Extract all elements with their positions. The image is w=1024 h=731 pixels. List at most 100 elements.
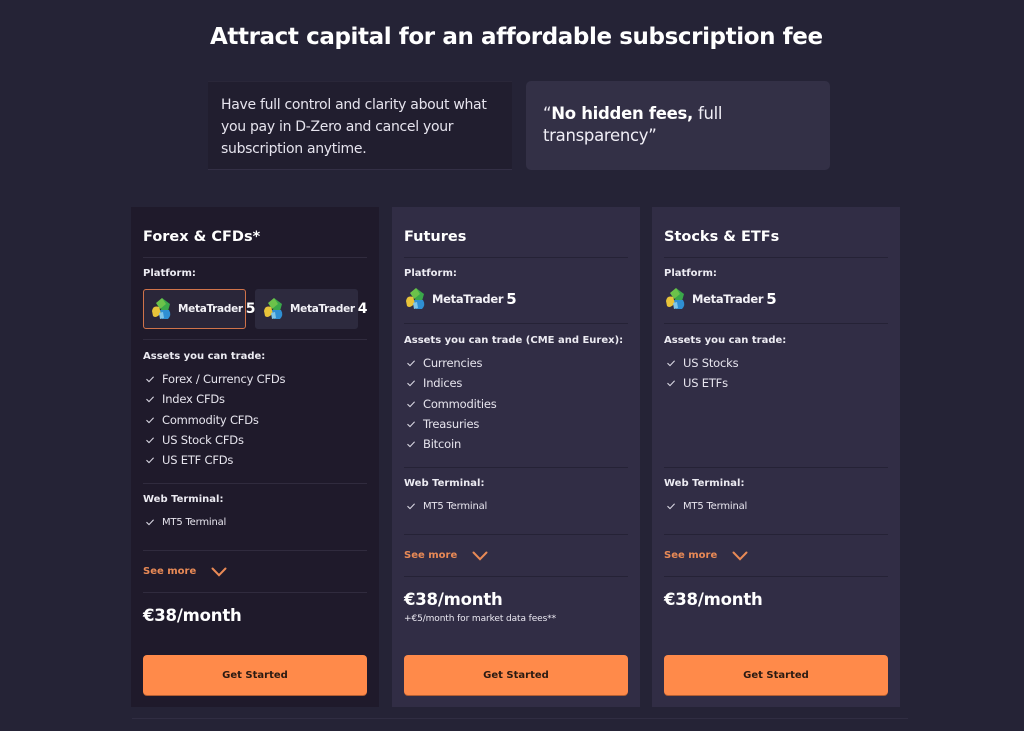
check-icon bbox=[406, 419, 416, 429]
chevron-down-icon[interactable] bbox=[472, 551, 488, 561]
check-icon bbox=[145, 415, 155, 425]
asset-label: US Stocks bbox=[683, 356, 739, 371]
platform-version: 5 bbox=[766, 290, 777, 308]
assets-label: Assets you can trade: bbox=[143, 351, 266, 362]
check-icon bbox=[145, 435, 155, 445]
metatrader-logo-icon bbox=[404, 287, 428, 311]
see-more-toggle[interactable]: See more bbox=[143, 551, 367, 593]
metatrader-logo-icon bbox=[664, 287, 688, 311]
platform-name: MetaTrader bbox=[432, 292, 504, 306]
asset-label: US Stock CFDs bbox=[162, 433, 244, 448]
asset-item: Index CFDs bbox=[143, 389, 367, 409]
platform-label: Platform: bbox=[404, 268, 457, 279]
see-more-toggle[interactable]: See more bbox=[664, 535, 888, 577]
check-icon bbox=[666, 378, 676, 388]
platform-name: MetaTrader bbox=[692, 292, 764, 306]
quote-text: “No hidden fees, full transparency” bbox=[543, 103, 814, 147]
web-terminal-label: MT5 Terminal bbox=[423, 500, 488, 512]
platform-mt5: MetaTrader 5 bbox=[664, 285, 888, 313]
web-terminal-section: Web Terminal: MT5 Terminal bbox=[404, 478, 628, 535]
asset-item: US ETF CFDs bbox=[143, 450, 367, 470]
divider bbox=[143, 339, 367, 340]
assets-section: Assets you can trade: US Stocks US ETFs bbox=[664, 335, 888, 468]
platform-options: MetaTrader 5 MetaTrader 4 bbox=[143, 289, 368, 329]
asset-list: US Stocks US ETFs bbox=[664, 353, 888, 394]
asset-item: US Stocks bbox=[664, 353, 888, 373]
check-icon bbox=[406, 439, 416, 449]
check-icon bbox=[406, 358, 416, 368]
check-icon bbox=[666, 501, 676, 511]
chevron-down-icon[interactable] bbox=[211, 567, 227, 577]
plan-card-forex: Forex & CFDs* Platform: MetaTrader 5 Meta… bbox=[131, 207, 379, 707]
assets-label: Assets you can trade (CME and Eurex): bbox=[404, 335, 624, 346]
plan-name: Forex & CFDs* bbox=[143, 207, 367, 258]
check-icon bbox=[145, 394, 155, 404]
asset-item: Commodities bbox=[404, 394, 628, 414]
see-more-link[interactable]: See more bbox=[404, 550, 457, 561]
platform-version: 5 bbox=[506, 290, 517, 308]
chevron-down-icon[interactable] bbox=[732, 551, 748, 561]
platform-version: 4 bbox=[357, 301, 368, 317]
page-title: Attract capital for an affordable subscr… bbox=[210, 24, 823, 50]
asset-label: Currencies bbox=[423, 356, 483, 371]
section-divider bbox=[132, 718, 908, 719]
asset-label: Indices bbox=[423, 376, 463, 391]
quote-bold: No hidden fees, bbox=[551, 104, 693, 123]
check-icon bbox=[145, 517, 155, 527]
asset-item: US Stock CFDs bbox=[143, 430, 367, 450]
asset-label: Forex / Currency CFDs bbox=[162, 372, 286, 387]
see-more-link[interactable]: See more bbox=[664, 550, 717, 561]
asset-list: Forex / Currency CFDs Index CFDs Commodi… bbox=[143, 369, 367, 470]
web-terminal-section: Web Terminal: MT5 Terminal bbox=[664, 478, 888, 535]
quote-open: “ bbox=[543, 104, 552, 123]
asset-label: US ETFs bbox=[683, 376, 728, 391]
web-terminal-list: MT5 Terminal bbox=[664, 498, 888, 514]
price: €38/month bbox=[404, 590, 503, 609]
web-terminal-label: MT5 Terminal bbox=[162, 516, 227, 528]
price: €38/month bbox=[143, 606, 242, 625]
web-terminal-item: MT5 Terminal bbox=[664, 498, 888, 514]
web-terminal-list: MT5 Terminal bbox=[404, 498, 628, 514]
asset-item: Indices bbox=[404, 373, 628, 393]
plan-card-stocks: Stocks & ETFs Platform: MetaTrader 5 Asse… bbox=[652, 207, 900, 707]
get-started-button[interactable]: Get Started bbox=[143, 655, 367, 695]
asset-item: Forex / Currency CFDs bbox=[143, 369, 367, 389]
asset-label: Bitcoin bbox=[423, 437, 462, 452]
plan-card-futures: Futures Platform: MetaTrader 5 Assets you… bbox=[392, 207, 640, 707]
web-terminal-label: Web Terminal: bbox=[664, 478, 745, 489]
quote-box: “No hidden fees, full transparency” bbox=[526, 81, 830, 170]
asset-list: Currencies Indices Commodities Treasurie… bbox=[404, 353, 628, 454]
get-started-button[interactable]: Get Started bbox=[404, 655, 628, 695]
divider bbox=[404, 323, 628, 324]
check-icon bbox=[406, 501, 416, 511]
see-more-link[interactable]: See more bbox=[143, 566, 196, 577]
asset-item: Treasuries bbox=[404, 414, 628, 434]
check-icon bbox=[145, 455, 155, 465]
assets-section: Assets you can trade (CME and Eurex): Cu… bbox=[404, 335, 628, 468]
asset-label: Commodities bbox=[423, 396, 497, 411]
assets-section: Assets you can trade: Forex / Currency C… bbox=[143, 351, 367, 484]
platform-name: MetaTrader bbox=[290, 303, 355, 315]
platform-label: Platform: bbox=[664, 268, 717, 279]
get-started-button[interactable]: Get Started bbox=[664, 655, 888, 695]
platform-option-mt5[interactable]: MetaTrader 5 bbox=[143, 289, 256, 329]
asset-item: US ETFs bbox=[664, 373, 888, 393]
check-icon bbox=[406, 378, 416, 388]
see-more-toggle[interactable]: See more bbox=[404, 535, 628, 577]
price: €38/month bbox=[664, 590, 763, 609]
asset-label: Commodity CFDs bbox=[162, 412, 259, 427]
check-icon bbox=[406, 399, 416, 409]
asset-item: Currencies bbox=[404, 353, 628, 373]
platform-label: Platform: bbox=[143, 268, 196, 279]
check-icon bbox=[666, 358, 676, 368]
web-terminal-item: MT5 Terminal bbox=[404, 498, 628, 514]
platform-option-mt4[interactable]: MetaTrader 4 bbox=[255, 289, 368, 329]
web-terminal-list: MT5 Terminal bbox=[143, 514, 367, 530]
intro-text: Have full control and clarity about what… bbox=[221, 97, 487, 157]
plan-name: Stocks & ETFs bbox=[664, 207, 888, 258]
assets-label: Assets you can trade: bbox=[664, 335, 787, 346]
web-terminal-label: Web Terminal: bbox=[404, 478, 485, 489]
asset-label: US ETF CFDs bbox=[162, 453, 234, 468]
web-terminal-section: Web Terminal: MT5 Terminal bbox=[143, 494, 367, 551]
metatrader-logo-icon bbox=[262, 297, 286, 321]
